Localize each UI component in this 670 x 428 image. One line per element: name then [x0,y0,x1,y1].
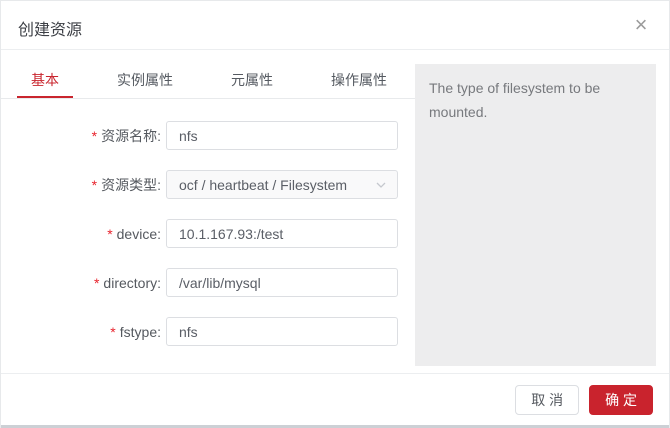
resource-type-select[interactable]: ocf / heartbeat / Filesystem [166,170,398,199]
field-row-device: *device: [1,219,415,248]
directory-input[interactable] [166,268,398,297]
chevron-down-icon [375,179,387,191]
fstype-input[interactable] [166,317,398,346]
tab-bar: 基本 实例属性 元属性 操作属性 [1,64,415,99]
resource-form: *资源名称: *资源类型: ocf / heartbeat / Filesyst… [1,99,415,346]
device-input[interactable] [166,219,398,248]
fstype-label: *fstype: [1,324,161,340]
tab-basic[interactable]: 基本 [17,64,73,98]
required-asterisk: * [92,128,97,144]
required-asterisk: * [92,177,97,193]
field-row-resource-type: *资源类型: ocf / heartbeat / Filesystem [1,170,415,199]
help-panel: The type of filesystem to be mounted. [415,64,656,366]
resource-name-input[interactable] [166,121,398,150]
dialog-title: 创建资源 [18,22,82,39]
close-icon[interactable]: × [627,11,655,39]
directory-label: *directory: [1,275,161,291]
dialog-body: 基本 实例属性 元属性 操作属性 *资源名称: *资源类型: ocf / he [1,50,669,366]
resource-type-label: *资源类型: [1,175,161,195]
dialog-footer: 取 消 确 定 [1,373,669,425]
confirm-button[interactable]: 确 定 [589,385,653,415]
create-resource-dialog: 创建资源 × 基本 实例属性 元属性 操作属性 *资源名称: *资源类型: [0,0,670,428]
tab-operation-attrs[interactable]: 操作属性 [317,64,401,98]
field-row-resource-name: *资源名称: [1,121,415,150]
tab-meta-attrs[interactable]: 元属性 [217,64,287,98]
required-asterisk: * [94,275,99,291]
field-row-fstype: *fstype: [1,317,415,346]
resource-type-selected-value: ocf / heartbeat / Filesystem [179,177,347,193]
required-asterisk: * [107,226,112,242]
required-asterisk: * [110,324,115,340]
main-column: 基本 实例属性 元属性 操作属性 *资源名称: *资源类型: ocf / he [1,50,415,366]
device-label: *device: [1,226,161,242]
cancel-button[interactable]: 取 消 [515,385,579,415]
dialog-header: 创建资源 × [1,1,669,50]
field-row-directory: *directory: [1,268,415,297]
resource-name-label: *资源名称: [1,126,161,146]
tab-instance-attrs[interactable]: 实例属性 [103,64,187,98]
